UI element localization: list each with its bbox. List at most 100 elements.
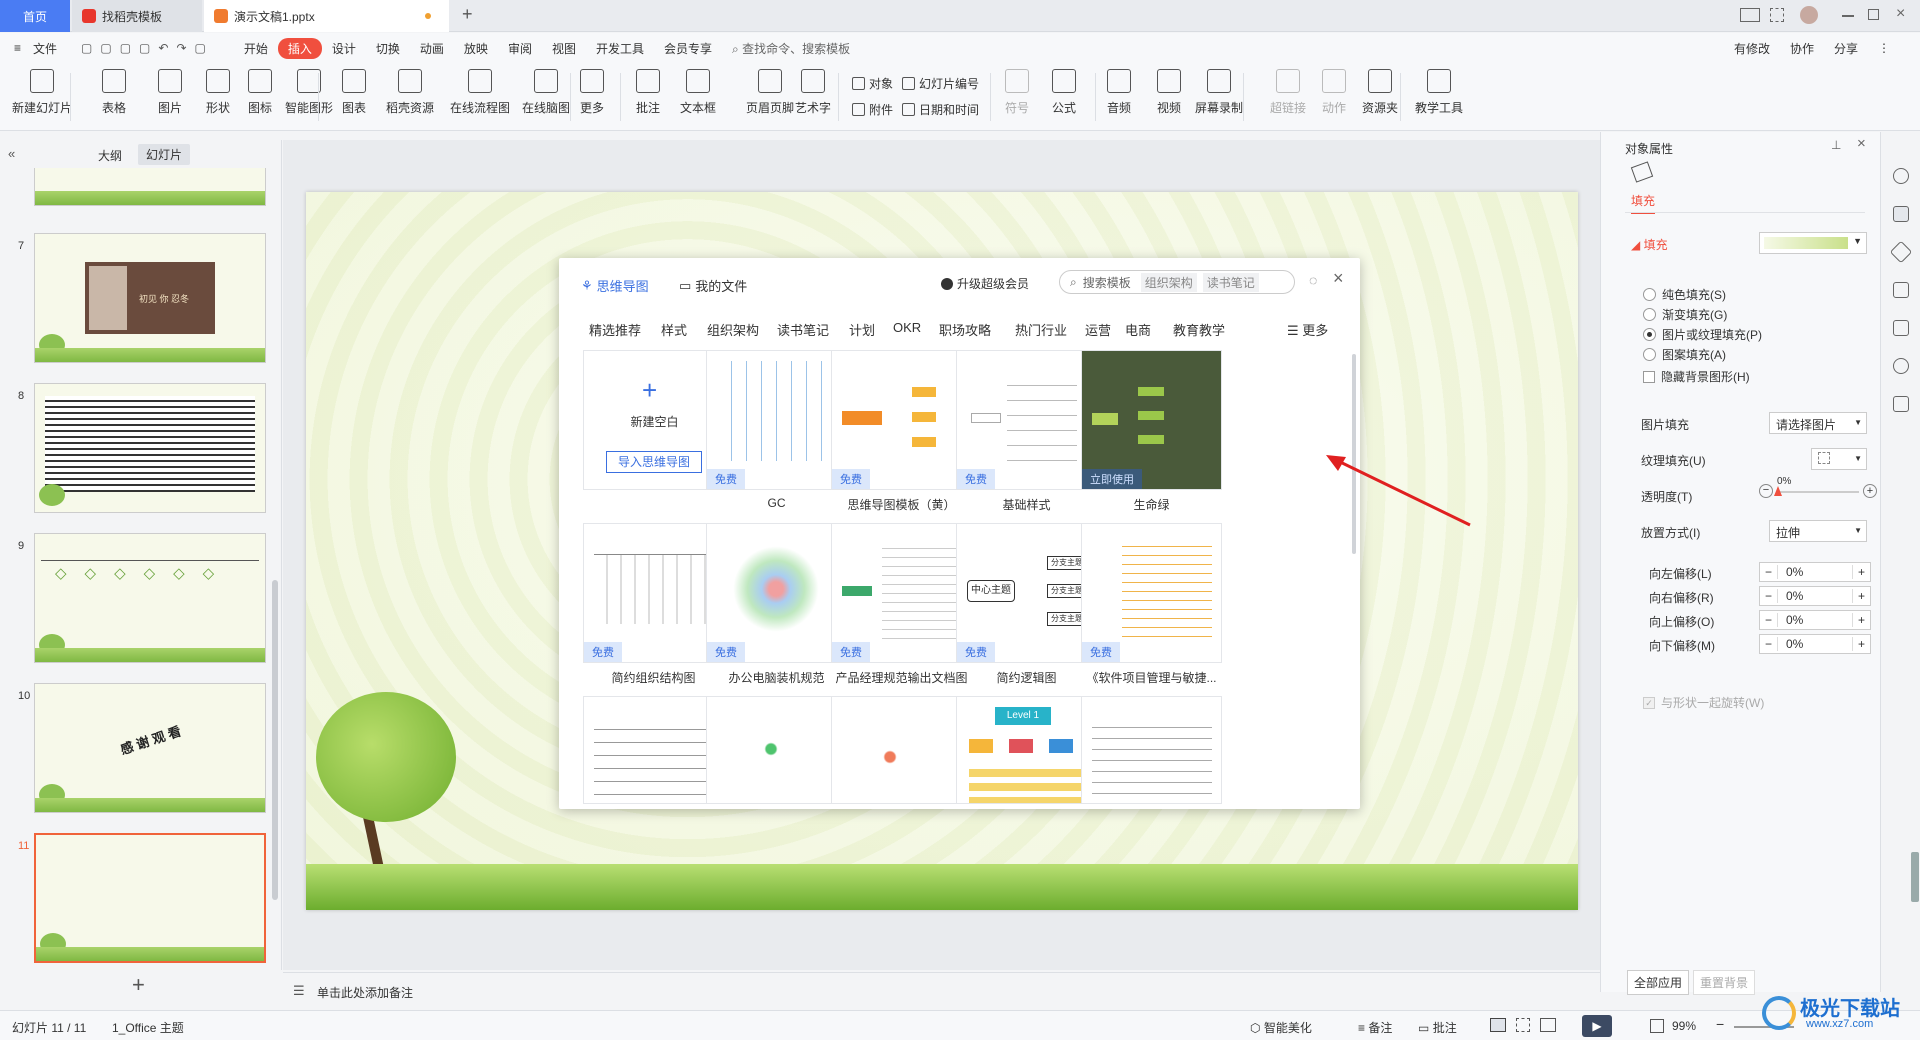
slide-thumbnail-7[interactable]: 初见 你 忍冬: [34, 233, 266, 363]
notes-toggle-button[interactable]: ≡ 备注: [1358, 1019, 1392, 1036]
menu-animation[interactable]: 动画: [410, 40, 454, 57]
menu-member[interactable]: 会员专享: [654, 40, 722, 57]
attachment-button[interactable]: 附件: [852, 101, 893, 118]
notes-bar[interactable]: ☰ 单击此处添加备注: [283, 972, 1600, 1008]
pin-icon[interactable]: ⊥: [1831, 138, 1841, 152]
increment-icon[interactable]: +: [1852, 589, 1870, 603]
import-mindmap-button[interactable]: 导入思维导图: [606, 451, 702, 473]
minus-circle-icon[interactable]: −: [1759, 484, 1773, 498]
avatar[interactable]: [1800, 6, 1818, 24]
command-search[interactable]: ⌕ 查找命令、搜索模板: [722, 40, 860, 57]
icon-button[interactable]: 图标: [248, 69, 272, 116]
offset-up-stepper[interactable]: −0% +: [1759, 610, 1871, 630]
collapse-panel-icon[interactable]: «: [8, 146, 15, 161]
comments-toggle-button[interactable]: ▭ 批注: [1418, 1019, 1457, 1036]
close-dialog-icon[interactable]: ×: [1333, 268, 1344, 289]
hamburger-icon[interactable]: ≡: [0, 41, 31, 55]
scroll-handle[interactable]: [1911, 852, 1919, 902]
texture-fill-dropdown[interactable]: ▼: [1811, 448, 1867, 470]
changes-button[interactable]: 有修改: [1724, 40, 1780, 57]
category-tab[interactable]: 读书笔记: [777, 320, 829, 339]
category-tab[interactable]: 精选推荐: [589, 320, 641, 339]
new-slide-button[interactable]: 新建幻灯片: [12, 69, 72, 116]
add-slide-button[interactable]: +: [132, 972, 145, 998]
panel-scrollbar[interactable]: [272, 580, 278, 900]
textbox-button[interactable]: 文本框: [680, 69, 716, 116]
formula-button[interactable]: 公式: [1052, 69, 1076, 116]
header-footer-button[interactable]: 页眉页脚: [746, 69, 794, 116]
slide-thumbnail-11[interactable]: [34, 833, 266, 963]
decrement-icon[interactable]: −: [1760, 589, 1778, 603]
menu-transition[interactable]: 切换: [366, 40, 410, 57]
search-tag[interactable]: 组织架构: [1140, 272, 1197, 292]
picture-fill-dropdown[interactable]: 请选择图片 ▼: [1769, 412, 1867, 434]
tab-outline[interactable]: 大纲: [98, 147, 122, 164]
word-art-button[interactable]: 艺术字: [795, 69, 831, 116]
reset-background-button[interactable]: 重置背景: [1693, 970, 1756, 995]
category-tab[interactable]: 组织架构: [707, 320, 759, 339]
hyperlink-button[interactable]: 超链接: [1270, 69, 1306, 116]
template-card-org[interactable]: 免费: [583, 523, 724, 663]
template-card-software-pm[interactable]: 免费: [1081, 523, 1222, 663]
template-card-gc[interactable]: 免费: [706, 350, 847, 490]
fill-preview-dropdown[interactable]: ▼: [1759, 232, 1867, 254]
video-button[interactable]: 视频: [1157, 69, 1181, 116]
decrement-icon[interactable]: −: [1760, 613, 1778, 627]
compass-icon[interactable]: [1893, 358, 1909, 374]
transparency-slider[interactable]: [1774, 486, 1859, 496]
collaborate-button[interactable]: 协作: [1780, 40, 1824, 57]
menu-slideshow[interactable]: 放映: [454, 40, 498, 57]
slide-number-button[interactable]: 幻灯片编号: [902, 75, 979, 92]
tab-home[interactable]: 首页: [0, 0, 70, 32]
new-blank-card[interactable]: + 新建空白 导入思维导图: [583, 350, 724, 490]
more-categories-button[interactable]: ☰ 更多: [1287, 320, 1328, 339]
minimize-icon[interactable]: [1842, 15, 1854, 17]
template-card-green[interactable]: 立即使用: [1081, 350, 1222, 490]
online-mindmap-button[interactable]: 在线脑图: [522, 69, 570, 116]
offset-down-stepper[interactable]: −0% +: [1759, 634, 1871, 654]
sorter-view-icon[interactable]: [1516, 1018, 1530, 1032]
close-panel-icon[interactable]: ×: [1857, 135, 1866, 152]
hide-background-checkbox[interactable]: 隐藏背景图形(H): [1643, 368, 1750, 385]
placement-dropdown[interactable]: 拉伸 ▼: [1769, 520, 1867, 542]
image-icon[interactable]: [1893, 320, 1909, 336]
share-button[interactable]: 分享: [1824, 40, 1868, 57]
template-search-box[interactable]: ⌕ 搜索模板 组织架构 读书笔记: [1059, 270, 1295, 294]
reading-view-icon[interactable]: [1540, 1018, 1556, 1032]
template-card-level[interactable]: Level 1: [956, 696, 1097, 804]
picture-button[interactable]: 图片: [158, 69, 182, 116]
star-icon[interactable]: [1889, 240, 1913, 264]
decrement-icon[interactable]: −: [1760, 565, 1778, 579]
more-button[interactable]: 更多: [580, 69, 604, 116]
rotate-with-shape-checkbox[interactable]: ✓ 与形状一起旋转(W): [1643, 694, 1764, 711]
menu-design[interactable]: 设计: [322, 40, 366, 57]
tab-presentation[interactable]: 演示文稿1.pptx: [204, 0, 449, 32]
plus-circle-icon[interactable]: +: [1863, 484, 1877, 498]
quick-access-toolbar[interactable]: ▢▢▢▢↶↷▢: [67, 41, 224, 55]
zoom-level[interactable]: 99%: [1672, 1019, 1696, 1033]
template-card[interactable]: [706, 696, 847, 804]
template-card-pc-setup[interactable]: 免费: [706, 523, 847, 663]
docer-resources-button[interactable]: 稻壳资源: [386, 69, 434, 116]
fit-window-icon[interactable]: [1650, 1019, 1664, 1033]
slide-thumbnail-6[interactable]: [34, 168, 266, 206]
menu-view[interactable]: 视图: [542, 40, 586, 57]
stepper-value[interactable]: 0%: [1778, 589, 1852, 603]
slide-thumbnail-8[interactable]: [34, 383, 266, 513]
feedback-icon[interactable]: ◌: [1309, 272, 1317, 288]
resource-folder-button[interactable]: 资源夹: [1362, 69, 1398, 116]
template-card[interactable]: [831, 696, 972, 804]
menu-start[interactable]: 开始: [234, 40, 278, 57]
menu-file[interactable]: 文件: [31, 40, 67, 57]
comment-button[interactable]: 批注: [636, 69, 660, 116]
upgrade-member-button[interactable]: 升级超级会员: [941, 275, 1029, 292]
section-fill-header[interactable]: ◢ 填充: [1631, 236, 1668, 253]
menu-developer[interactable]: 开发工具: [586, 40, 654, 57]
pattern-fill-radio[interactable]: 图案填充(A): [1643, 346, 1726, 363]
slide-thumbnail-9[interactable]: ◇◇◇◇◇◇: [34, 533, 266, 663]
table-button[interactable]: 表格: [102, 69, 126, 116]
picture-texture-fill-radio[interactable]: 图片或纹理填充(P): [1643, 326, 1762, 343]
template-card-yellow[interactable]: 免费: [831, 350, 972, 490]
increment-icon[interactable]: +: [1852, 613, 1870, 627]
slider-thumb[interactable]: [1774, 486, 1782, 496]
